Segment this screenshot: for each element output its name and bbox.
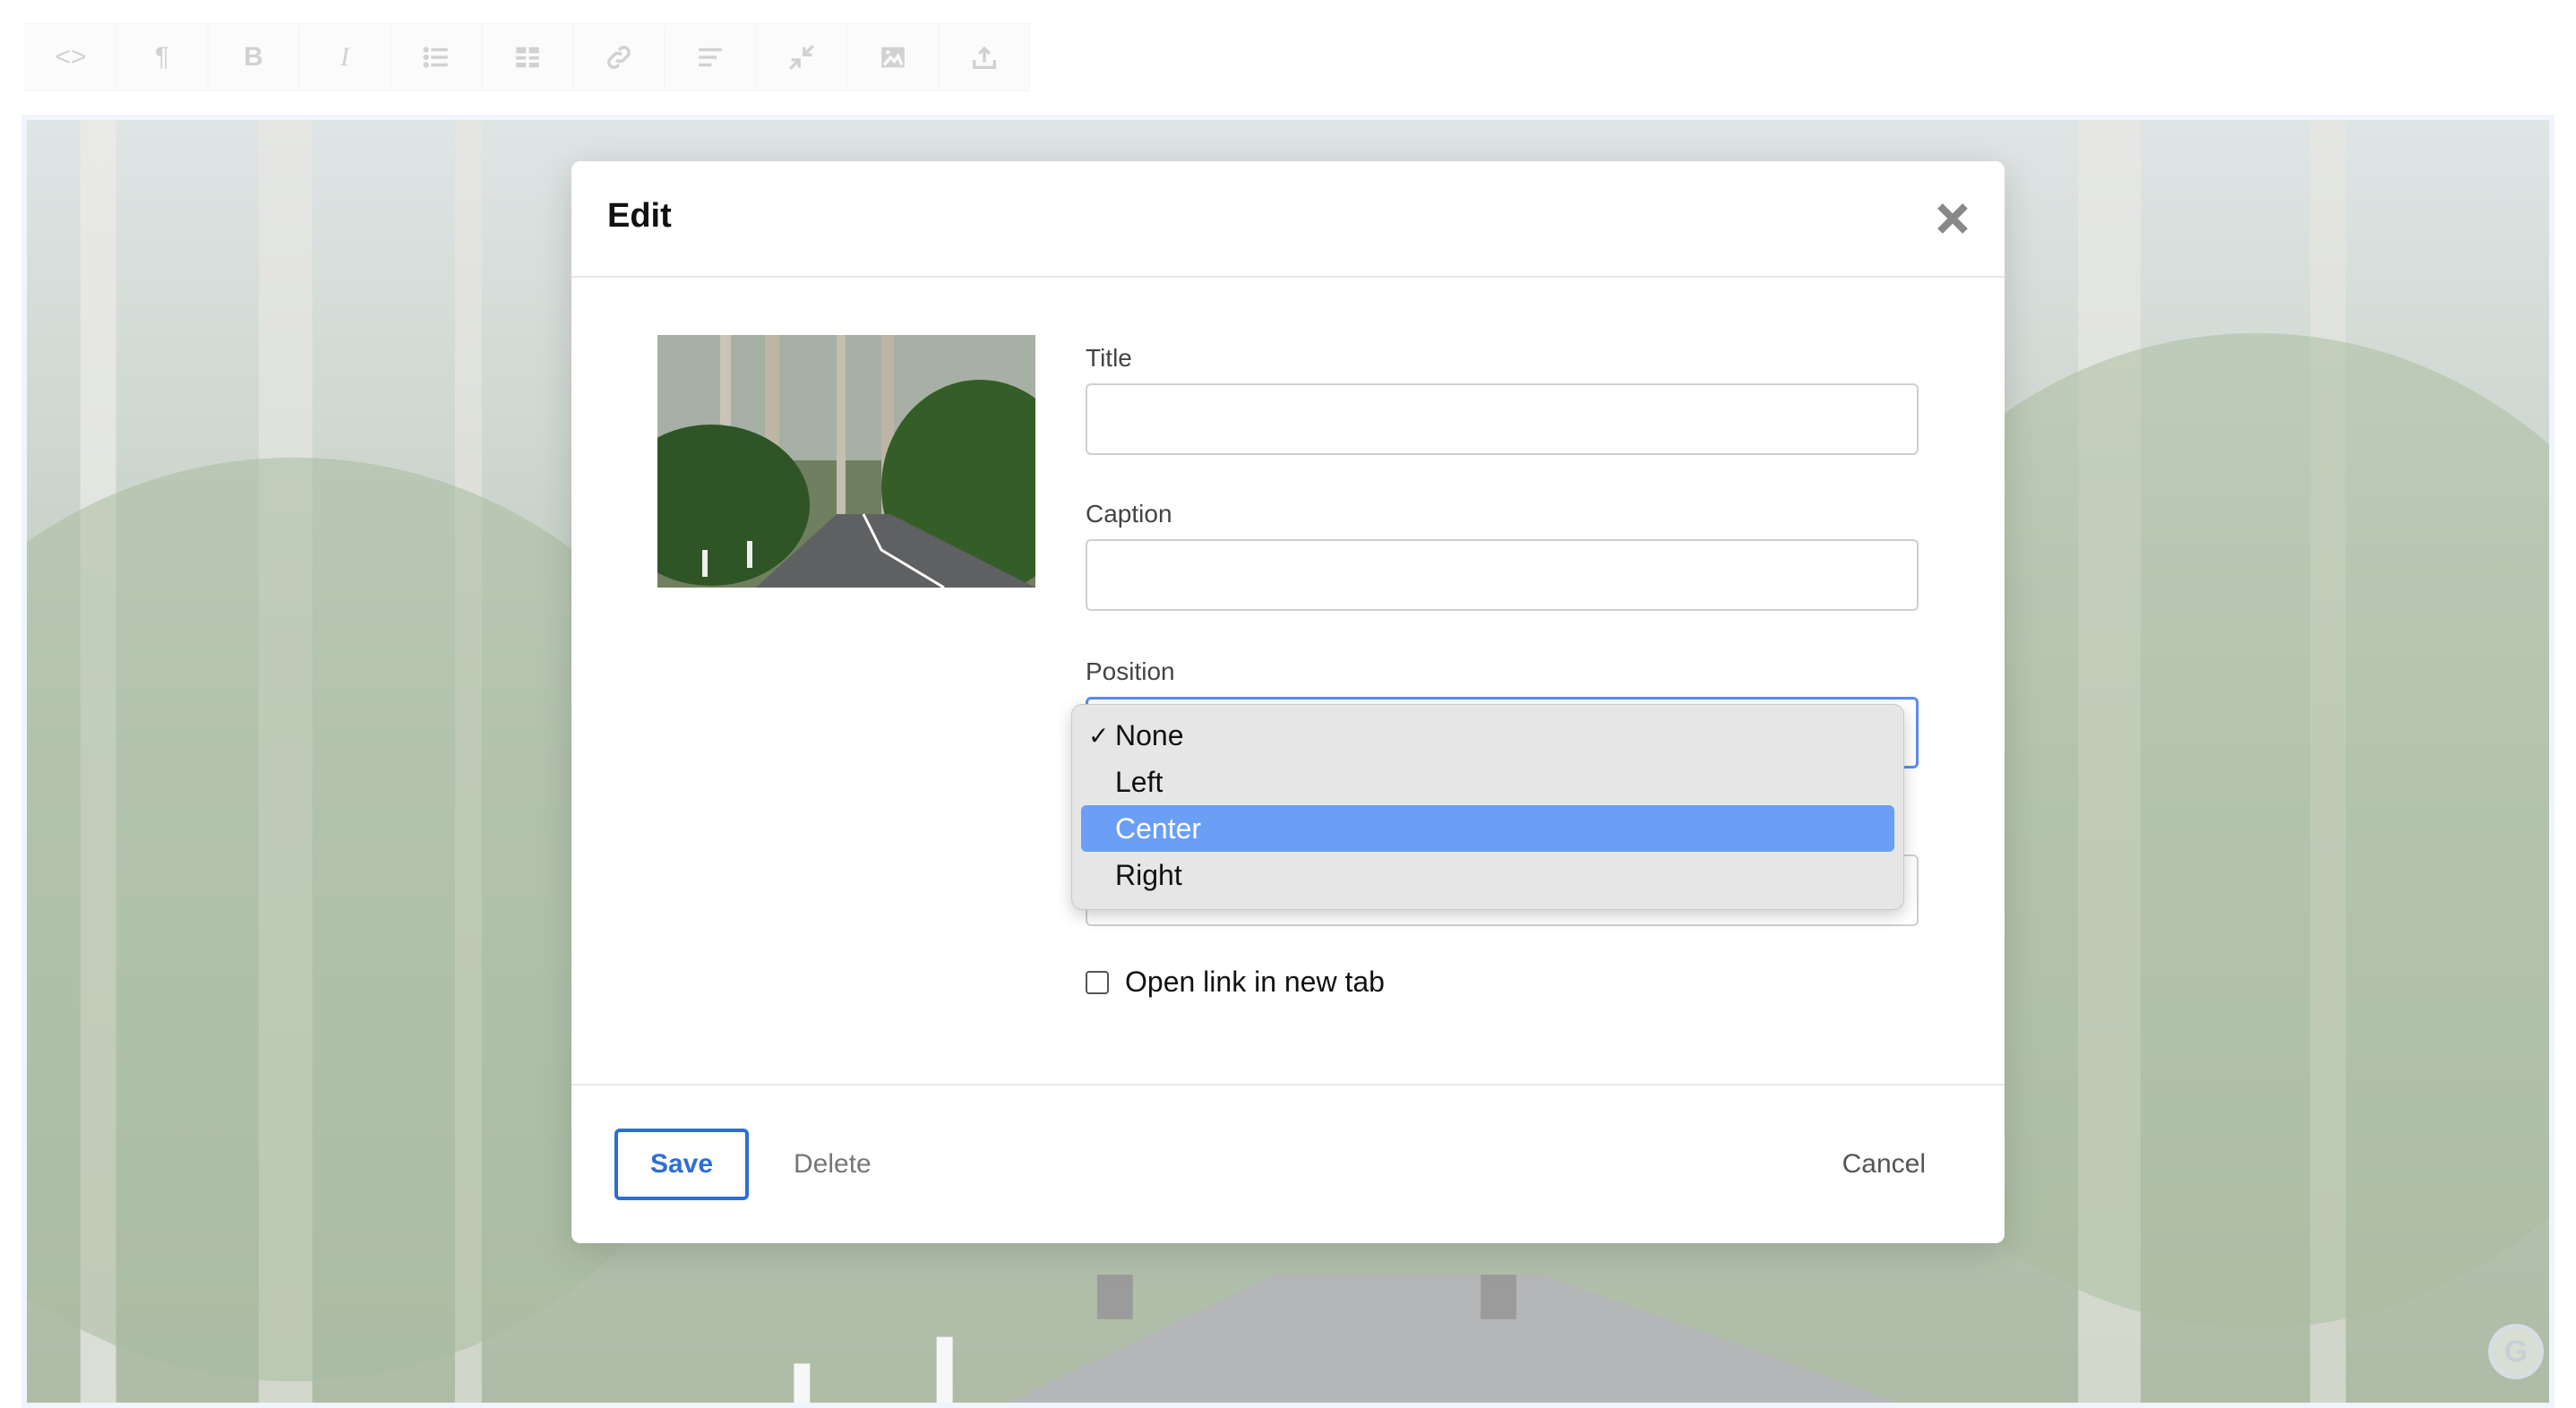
option-label: Right: [1115, 858, 1182, 891]
caption-input[interactable]: [1086, 539, 1919, 611]
title-input[interactable]: [1086, 383, 1919, 455]
close-icon[interactable]: [1931, 197, 1974, 240]
open-new-tab-checkbox[interactable]: [1086, 970, 1109, 994]
open-new-tab-label: Open link in new tab: [1125, 966, 1385, 998]
delete-button[interactable]: Delete: [794, 1129, 872, 1200]
checkmark-icon: ✓: [1088, 721, 1110, 750]
dialog-title: Edit: [607, 197, 672, 235]
image-thumbnail: [657, 335, 1035, 588]
option-label: Center: [1115, 811, 1202, 845]
dialog-footer: Save Delete Cancel: [571, 1084, 2005, 1245]
caption-label: Caption: [1086, 500, 1172, 528]
edit-image-dialog: Edit Title Caption Position Open link in…: [571, 161, 2005, 1243]
option-label: None: [1115, 718, 1184, 751]
dialog-header: Edit: [571, 161, 2005, 278]
title-label: Title: [1086, 344, 1132, 372]
position-option-right[interactable]: Right: [1081, 852, 1894, 898]
grammarly-icon[interactable]: G: [2488, 1324, 2544, 1379]
cancel-button[interactable]: Cancel: [1842, 1129, 1926, 1200]
position-dropdown-menu: ✓ None Left Center Right: [1071, 704, 1904, 910]
position-option-none[interactable]: ✓ None: [1081, 712, 1894, 759]
open-new-tab-row: Open link in new tab: [1086, 966, 1385, 999]
position-option-center[interactable]: Center: [1081, 805, 1894, 852]
save-button[interactable]: Save: [614, 1129, 749, 1200]
option-label: Left: [1115, 765, 1163, 798]
position-label: Position: [1086, 657, 1175, 685]
position-option-left[interactable]: Left: [1081, 759, 1894, 805]
